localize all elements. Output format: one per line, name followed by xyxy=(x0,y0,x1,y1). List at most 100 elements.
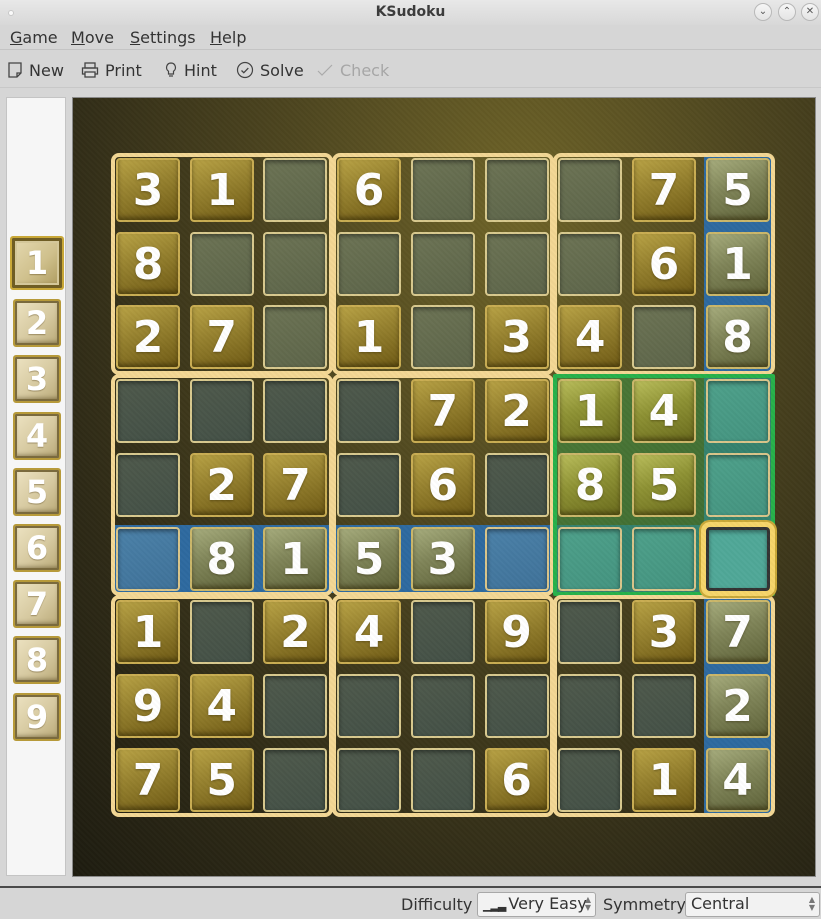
number-button-3[interactable]: 3 xyxy=(13,355,61,404)
number-button-2[interactable]: 2 xyxy=(13,299,61,348)
cell-r7c6[interactable]: 9 xyxy=(484,600,549,665)
cell-r2c3[interactable] xyxy=(263,231,328,296)
cell-r3c6[interactable]: 3 xyxy=(484,305,549,370)
cell-r5c5[interactable]: 6 xyxy=(410,452,475,517)
cell-r9c3[interactable] xyxy=(263,747,328,812)
cell-r7c5[interactable] xyxy=(410,600,475,665)
cell-r3c5[interactable] xyxy=(410,305,475,370)
cell-r3c3[interactable] xyxy=(263,305,328,370)
cell-r6c5[interactable]: 3 xyxy=(410,526,475,591)
minimize-button[interactable]: ⌄ xyxy=(754,3,772,21)
number-button-6[interactable]: 6 xyxy=(13,524,61,572)
maximize-button[interactable]: ⌃ xyxy=(778,3,796,21)
cell-r3c9[interactable]: 8 xyxy=(705,305,770,370)
cell-r3c7[interactable]: 4 xyxy=(558,305,623,370)
cell-r8c5[interactable] xyxy=(410,673,475,738)
cell-r8c6[interactable] xyxy=(484,673,549,738)
cell-r5c1[interactable] xyxy=(116,452,180,517)
cell-r4c5[interactable]: 7 xyxy=(410,379,475,444)
cell-r6c2[interactable]: 8 xyxy=(189,526,254,591)
cell-r8c2[interactable]: 4 xyxy=(189,673,254,738)
cell-r4c7[interactable]: 1 xyxy=(558,379,623,444)
number-button-9[interactable]: 9 xyxy=(13,692,61,741)
cell-r8c1[interactable]: 9 xyxy=(116,673,180,738)
difficulty-select[interactable]: ▁▂▃ Very Easy ▲ ▼ xyxy=(477,892,596,917)
cell-r7c9[interactable]: 7 xyxy=(705,600,770,665)
cell-r2c8[interactable]: 6 xyxy=(631,231,696,296)
number-button-7[interactable]: 7 xyxy=(13,580,61,629)
number-button-5[interactable]: 5 xyxy=(13,467,61,516)
cell-r9c2[interactable]: 5 xyxy=(189,747,254,812)
close-button[interactable]: ✕ xyxy=(801,3,819,21)
cell-r7c1[interactable]: 1 xyxy=(116,600,180,665)
cell-r1c9[interactable]: 5 xyxy=(705,158,770,222)
cell-r3c2[interactable]: 7 xyxy=(189,305,254,370)
cell-r7c4[interactable]: 4 xyxy=(337,600,402,665)
cell-r8c9[interactable]: 2 xyxy=(705,673,770,738)
menu-help[interactable]: Help xyxy=(210,28,246,47)
cell-r1c4[interactable]: 6 xyxy=(337,158,402,222)
cell-r9c4[interactable] xyxy=(337,747,402,812)
cell-r5c4[interactable] xyxy=(337,452,402,517)
cell-r6c1[interactable] xyxy=(116,526,180,591)
cell-r4c9[interactable] xyxy=(705,379,770,444)
cell-r1c1[interactable]: 3 xyxy=(116,158,180,222)
cell-r4c6[interactable]: 2 xyxy=(484,379,549,444)
cell-r8c4[interactable] xyxy=(337,673,402,738)
cell-r1c8[interactable]: 7 xyxy=(631,158,696,222)
cell-r1c3[interactable] xyxy=(263,158,328,222)
cell-r4c2[interactable] xyxy=(189,379,254,444)
cell-r6c6[interactable] xyxy=(484,526,549,591)
cell-r6c9[interactable] xyxy=(705,526,770,591)
cell-r4c3[interactable] xyxy=(263,379,328,444)
cell-r6c7[interactable] xyxy=(558,526,623,591)
cell-r1c5[interactable] xyxy=(410,158,475,222)
cell-r8c7[interactable] xyxy=(558,673,623,738)
menu-settings[interactable]: Settings xyxy=(130,28,196,47)
cell-r2c4[interactable] xyxy=(337,231,402,296)
cell-r5c6[interactable] xyxy=(484,452,549,517)
menu-move[interactable]: Move xyxy=(71,28,114,47)
cell-r9c9[interactable]: 4 xyxy=(705,747,770,812)
cell-r1c6[interactable] xyxy=(484,158,549,222)
print-button[interactable]: Print xyxy=(81,59,142,81)
cell-r5c9[interactable] xyxy=(705,452,770,517)
symmetry-select[interactable]: Central ▲ ▼ xyxy=(685,892,820,917)
cell-r8c3[interactable] xyxy=(263,673,328,738)
new-button[interactable]: New xyxy=(7,59,64,81)
cell-r7c8[interactable]: 3 xyxy=(631,600,696,665)
cell-r3c4[interactable]: 1 xyxy=(337,305,402,370)
cell-r5c7[interactable]: 8 xyxy=(558,452,623,517)
cell-r5c8[interactable]: 5 xyxy=(631,452,696,517)
cell-r6c4[interactable]: 5 xyxy=(337,526,402,591)
cell-r8c8[interactable] xyxy=(631,673,696,738)
cell-r7c3[interactable]: 2 xyxy=(263,600,328,665)
solve-button[interactable]: Solve xyxy=(236,59,304,81)
cell-r2c9[interactable]: 1 xyxy=(705,231,770,296)
cell-r2c6[interactable] xyxy=(484,231,549,296)
cell-r6c8[interactable] xyxy=(631,526,696,591)
cell-r1c7[interactable] xyxy=(558,158,623,222)
cell-r2c1[interactable]: 8 xyxy=(116,231,180,296)
cell-r5c2[interactable]: 2 xyxy=(189,452,254,517)
cell-r6c3[interactable]: 1 xyxy=(263,526,328,591)
cell-r2c5[interactable] xyxy=(410,231,475,296)
cell-r4c1[interactable] xyxy=(116,379,180,444)
cell-r7c7[interactable] xyxy=(558,600,623,665)
number-button-1[interactable]: 1 xyxy=(10,236,64,290)
cell-r3c1[interactable]: 2 xyxy=(116,305,180,370)
cell-r1c2[interactable]: 1 xyxy=(189,158,254,222)
cell-r9c5[interactable] xyxy=(410,747,475,812)
cell-r9c1[interactable]: 7 xyxy=(116,747,180,812)
cell-r9c6[interactable]: 6 xyxy=(484,747,549,812)
cell-r5c3[interactable]: 7 xyxy=(263,452,328,517)
cell-r9c7[interactable] xyxy=(558,747,623,812)
check-button[interactable]: Check xyxy=(316,59,389,81)
cell-r2c7[interactable] xyxy=(558,231,623,296)
cell-r9c8[interactable]: 1 xyxy=(631,747,696,812)
cell-r7c2[interactable] xyxy=(189,600,254,665)
cell-r4c4[interactable] xyxy=(337,379,402,444)
menu-game[interactable]: Game xyxy=(10,28,58,47)
cell-r4c8[interactable]: 4 xyxy=(631,379,696,444)
number-button-4[interactable]: 4 xyxy=(13,411,61,460)
